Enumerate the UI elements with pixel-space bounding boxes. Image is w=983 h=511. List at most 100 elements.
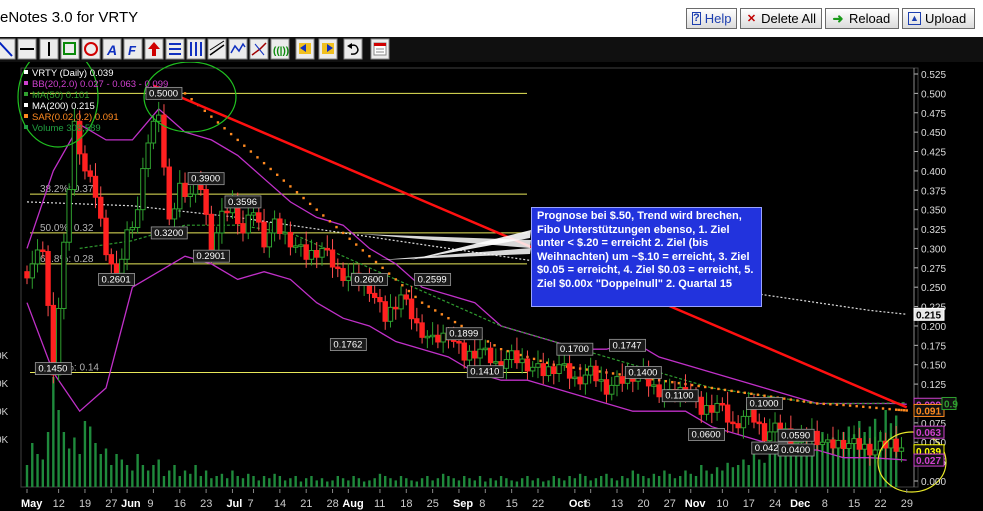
volume-bar: [104, 448, 108, 487]
volume-bar: [694, 476, 698, 487]
y-tick-label: 0.525: [921, 70, 946, 81]
arrow-up-tool[interactable]: [144, 38, 164, 60]
reload-button[interactable]: ➜ Reload: [825, 8, 899, 29]
price-label: 0.1400: [628, 367, 657, 378]
help-button[interactable]: ? Help: [686, 8, 737, 29]
candle-body: [577, 376, 583, 385]
volume-bar: [110, 465, 113, 487]
volume-bar: [168, 470, 171, 487]
candle-body: [145, 142, 151, 170]
candle-body: [371, 292, 378, 299]
price-label: 0.0590: [781, 430, 810, 441]
candle-body: [261, 221, 267, 248]
candle-body: [835, 439, 841, 449]
y-tick-label: 0.200: [921, 322, 946, 333]
x-tick-label: 28: [327, 498, 339, 510]
sar-dot: [572, 366, 575, 369]
sar-dot: [875, 406, 878, 410]
x-tick-label: 17: [743, 498, 755, 510]
volume-bar: [542, 481, 545, 487]
volume-bar: [552, 476, 555, 487]
legend-entry: Volume 308,589: [32, 123, 101, 134]
candle-body: [303, 244, 309, 260]
volume-bar: [705, 470, 708, 487]
pitchfork-tool[interactable]: [249, 38, 269, 60]
volume-bar: [510, 480, 513, 487]
sar-dot: [223, 127, 226, 130]
candle-body: [250, 212, 257, 216]
line-tool[interactable]: [0, 38, 16, 60]
candle-body: [487, 347, 494, 364]
candle-body: [324, 247, 330, 251]
forecast-note[interactable]: Prognose bei $.50, Trend wird brechen, F…: [531, 207, 762, 307]
undo-tool[interactable]: [343, 38, 363, 60]
x-tick-label: Dec: [790, 498, 810, 510]
delete-all-button[interactable]: ✕ Delete All: [740, 8, 822, 29]
price-chart[interactable]: 38.2%: 0.3750.0%: 0.3261.8%: 0.28100.0%:…: [0, 62, 983, 511]
channel-tool[interactable]: [207, 38, 227, 60]
circle-tool[interactable]: [81, 38, 101, 60]
cycles-tool[interactable]: ((|)): [270, 38, 290, 60]
volume-bar: [146, 470, 150, 487]
volume-bar: [62, 432, 66, 487]
y-tick-label: 0.175: [921, 341, 946, 352]
sar-dot: [723, 388, 727, 392]
legend-swatch: [24, 125, 28, 129]
volume-bar: [415, 481, 419, 487]
candle-body: [561, 363, 568, 366]
right-price-tag-label: 0.063: [916, 428, 941, 439]
candle-body: [893, 438, 899, 452]
save-tool[interactable]: [370, 38, 390, 60]
candle-body: [493, 361, 499, 364]
y-tick-label: 0.475: [921, 109, 946, 120]
volume-bar: [352, 476, 355, 487]
volume-bar: [173, 465, 176, 487]
sar-dot: [308, 202, 312, 206]
sar-dot: [434, 309, 437, 312]
legend-entry: BB(20,2.0) 0.027 - 0.063 - 0.099: [32, 79, 168, 90]
vlines-tool[interactable]: [186, 38, 206, 60]
volume-bar: [420, 478, 424, 487]
sar-dot: [717, 387, 720, 391]
candle-body: [503, 359, 510, 369]
volume-bar: [241, 478, 245, 487]
volume-axis-label: 0K: [0, 379, 9, 390]
volume-bar: [731, 467, 735, 487]
volume-bar: [320, 478, 324, 487]
volume-bar: [489, 478, 492, 487]
candle-body: [846, 443, 852, 449]
candle-body: [556, 364, 562, 375]
volume-bar: [684, 470, 687, 487]
candle-body: [714, 402, 720, 413]
fibonacci-tool[interactable]: F: [123, 38, 143, 60]
reload-arrow-icon: ➜: [832, 10, 844, 26]
sar-dot: [394, 278, 397, 281]
sar-dot: [618, 373, 621, 376]
hlines-tool[interactable]: [165, 38, 185, 60]
move-left-tool[interactable]: [295, 38, 315, 60]
candle-body: [40, 249, 46, 253]
price-label: 0.1410: [470, 367, 499, 378]
upload-button[interactable]: ▲ Upload: [902, 8, 975, 29]
text-tool[interactable]: A: [102, 38, 122, 60]
volume-bar: [252, 476, 255, 487]
hline-tool[interactable]: [17, 38, 37, 60]
volume-bar: [484, 481, 487, 487]
candle-body: [340, 268, 346, 281]
move-right-tool[interactable]: [318, 38, 338, 60]
sar-dot: [190, 97, 193, 101]
wave-tool[interactable]: [228, 38, 248, 60]
volume-bar: [563, 480, 566, 487]
volume-bar: [136, 454, 139, 487]
vline-tool[interactable]: [39, 38, 59, 60]
volume-bar: [73, 437, 76, 487]
candle-body: [87, 170, 93, 177]
candle-body: [45, 251, 51, 306]
sar-dot: [486, 340, 490, 343]
price-label: 0.2601: [102, 274, 131, 285]
volume-bar: [310, 476, 313, 487]
candle-body: [761, 423, 768, 442]
sar-dot: [862, 405, 865, 408]
sar-dot: [447, 317, 450, 320]
rect-tool[interactable]: [60, 38, 80, 60]
